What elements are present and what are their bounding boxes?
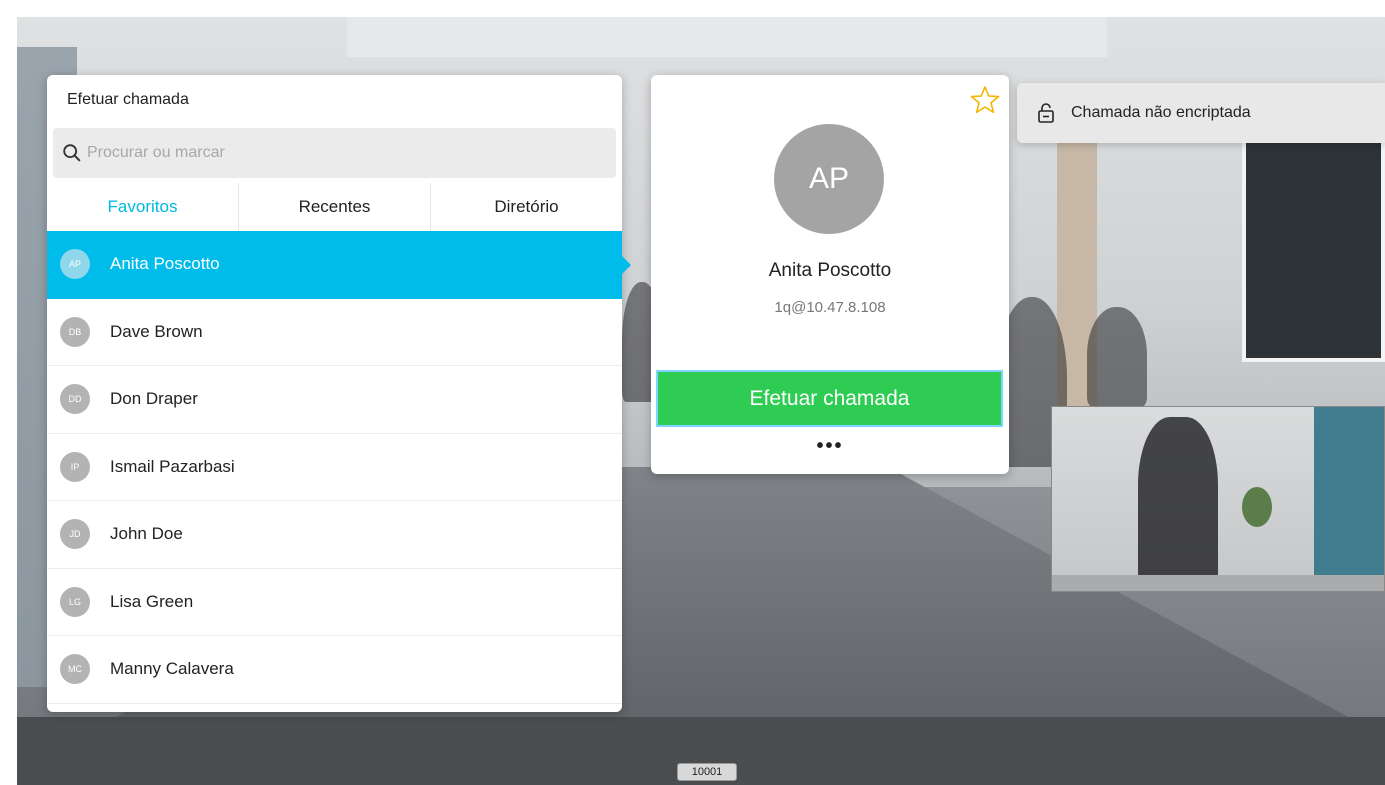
star-outline-icon[interactable] xyxy=(969,84,1001,116)
contact-item-manny-calavera[interactable]: MC Manny Calavera xyxy=(47,636,622,704)
contact-detail-card: AP Anita Poscotto 1q@10.47.8.108 Efetuar… xyxy=(651,75,1009,474)
avatar: JD xyxy=(60,519,90,550)
avatar: IP xyxy=(60,451,90,482)
contact-name: John Doe xyxy=(110,524,183,544)
tab-recents[interactable]: Recentes xyxy=(239,183,431,231)
self-view-plant xyxy=(1242,487,1272,527)
search-icon xyxy=(63,144,81,162)
panel-title: Efetuar chamada xyxy=(67,91,189,108)
search-placeholder: Procurar ou marcar xyxy=(87,144,225,161)
search-input[interactable]: Procurar ou marcar xyxy=(53,128,616,178)
self-view-person xyxy=(1138,417,1218,587)
contact-name: Don Draper xyxy=(110,389,198,409)
contact-item-anita-poscotto[interactable]: AP Anita Poscotto xyxy=(47,231,622,299)
self-view-table xyxy=(1052,575,1384,591)
call-button[interactable]: Efetuar chamada xyxy=(656,370,1003,427)
contact-item-dave-brown[interactable]: DB Dave Brown xyxy=(47,298,622,366)
avatar: DB xyxy=(60,316,90,347)
call-panel: Efetuar chamada Procurar ou marcar Favor… xyxy=(47,75,622,712)
avatar: LG xyxy=(60,586,90,617)
avatar: AP xyxy=(774,124,884,234)
avatar: MC xyxy=(60,654,90,685)
contact-list: AP Anita Poscotto DB Dave Brown DD Don D… xyxy=(47,231,622,704)
avatar: DD xyxy=(60,384,90,415)
detail-name: Anita Poscotto xyxy=(768,260,892,281)
selection-pointer xyxy=(622,256,631,274)
self-view-video[interactable] xyxy=(1051,406,1385,592)
tab-directory[interactable]: Diretório xyxy=(431,183,622,231)
status-number-badge: 10001 xyxy=(677,763,737,781)
contact-item-don-draper[interactable]: DD Don Draper xyxy=(47,366,622,434)
contact-name: Ismail Pazarbasi xyxy=(110,456,235,476)
tab-bar: Favoritos Recentes Diretório xyxy=(47,183,622,231)
contact-name: Anita Poscotto xyxy=(110,254,220,274)
background-poster xyxy=(1242,132,1385,362)
contact-item-john-doe[interactable]: JD John Doe xyxy=(47,501,622,569)
more-options-button[interactable]: ••• xyxy=(651,435,1009,465)
tab-favorites[interactable]: Favoritos xyxy=(47,183,239,231)
encryption-status: Chamada não encriptada xyxy=(1017,83,1385,143)
contact-name: Dave Brown xyxy=(110,321,203,341)
encryption-text: Chamada não encriptada xyxy=(1071,104,1251,121)
contact-item-ismail-pazarbasi[interactable]: IP Ismail Pazarbasi xyxy=(47,433,622,501)
background-person-silhouette xyxy=(1087,307,1147,407)
self-view-wall-panel xyxy=(1314,407,1384,591)
detail-address: 1q@10.47.8.108 xyxy=(774,299,886,316)
background-ceiling xyxy=(347,17,1107,57)
contact-name: Manny Calavera xyxy=(110,659,234,679)
contact-item-lisa-green[interactable]: LG Lisa Green xyxy=(47,568,622,636)
lock-open-icon xyxy=(1038,103,1054,123)
avatar: AP xyxy=(60,249,90,280)
contact-name: Lisa Green xyxy=(110,591,194,611)
